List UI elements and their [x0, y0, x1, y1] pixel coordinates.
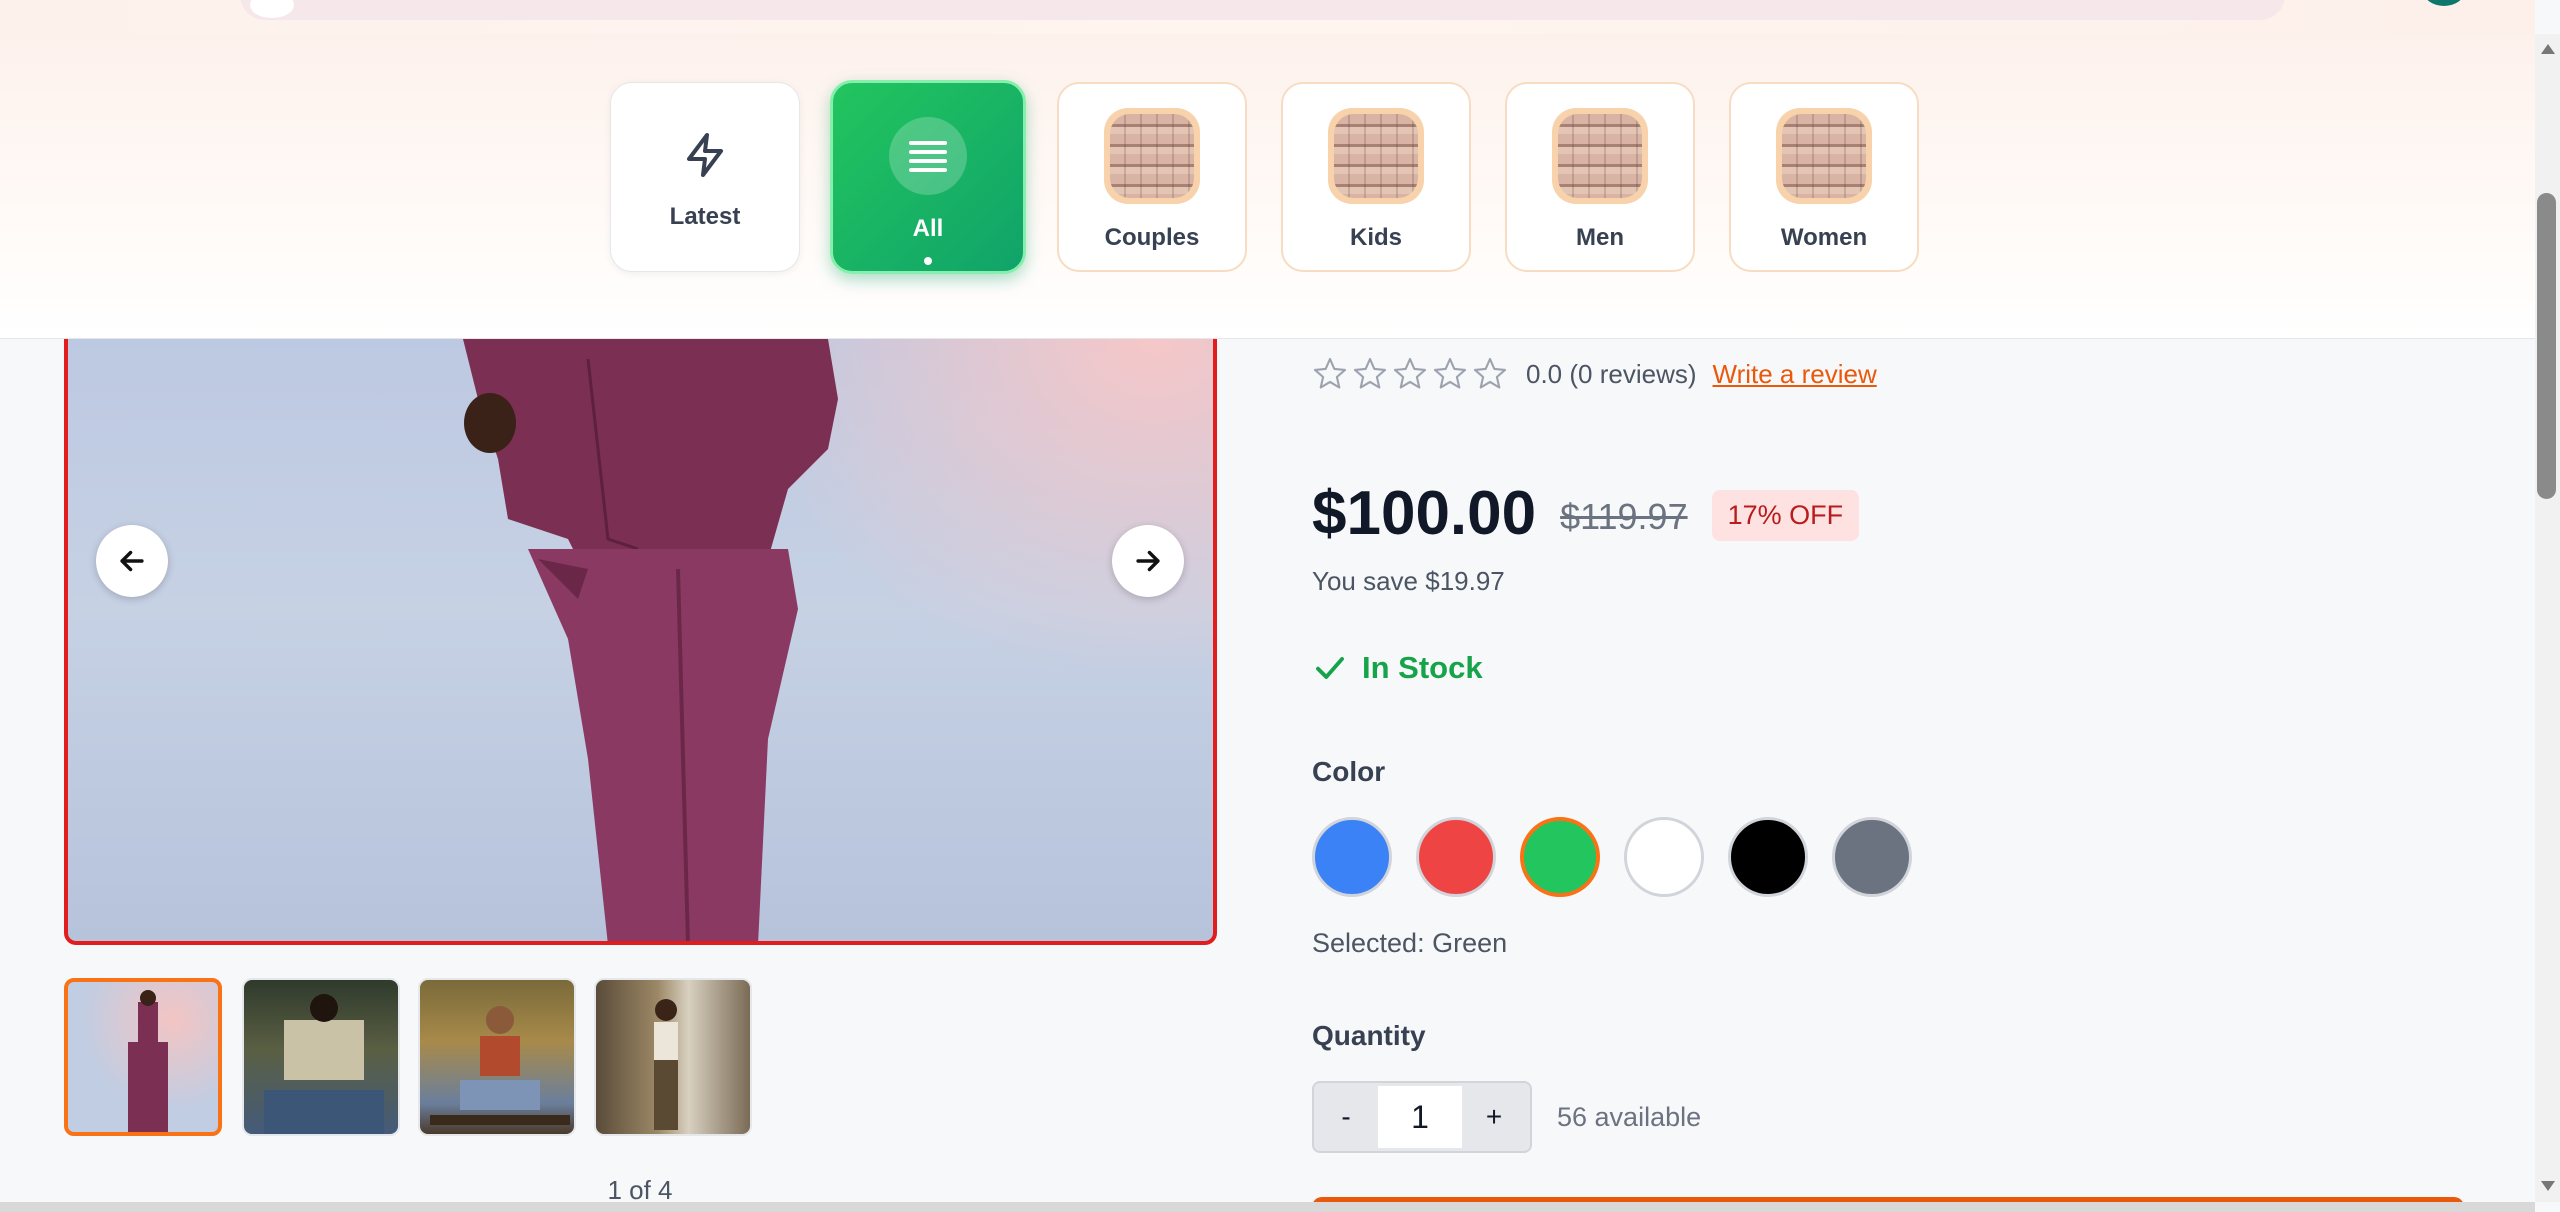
category-thumbnail [1104, 108, 1200, 204]
rating-summary: 0.0 (0 reviews) [1526, 358, 1697, 389]
gallery-next-button[interactable] [1112, 525, 1184, 597]
category-label: All [912, 215, 944, 242]
category-nav: Latest All Couples Kids Men Women [0, 34, 2535, 339]
star-icon [1393, 357, 1427, 389]
category-men[interactable]: Men [1505, 82, 1695, 272]
scroll-down-arrow-icon[interactable] [2541, 1181, 2555, 1191]
active-indicator [924, 257, 932, 265]
stock-label: In Stock [1362, 650, 1483, 685]
scroll-up-arrow-icon[interactable] [2541, 44, 2555, 54]
product-main-image[interactable] [64, 339, 1217, 945]
category-label: Latest [669, 203, 741, 230]
selected-color-text: Selected: Green [1312, 928, 1508, 958]
arrow-left-icon [120, 550, 144, 572]
horizontal-scrollbar[interactable] [0, 1202, 2535, 1212]
bolt-icon [687, 133, 723, 177]
star-rating [1312, 356, 1508, 392]
original-price: $119.97 [1560, 495, 1688, 537]
color-swatch-white[interactable] [1624, 817, 1704, 897]
header-bar [0, 0, 2535, 34]
quantity-stepper: - 1 + [1312, 1081, 1532, 1153]
available-count: 56 available [1557, 1102, 1702, 1132]
category-all[interactable]: All [830, 80, 1026, 274]
thumbnail-1[interactable] [64, 978, 222, 1136]
category-thumbnail [1776, 108, 1872, 204]
category-kids[interactable]: Kids [1281, 82, 1471, 272]
stock-status: In Stock [1312, 650, 1483, 686]
scrollbar-thumb[interactable] [2537, 193, 2556, 499]
color-swatch-green[interactable] [1520, 817, 1600, 897]
category-label: Kids [1349, 224, 1402, 251]
product-photo [463, 339, 838, 941]
category-couples[interactable]: Couples [1057, 82, 1247, 272]
price-row: $100.00 $119.97 17% OFF [1312, 478, 1860, 549]
category-label: Women [1780, 224, 1868, 251]
star-icon [1473, 357, 1507, 389]
current-price: $100.00 [1312, 479, 1537, 548]
color-label: Color [1312, 756, 1386, 787]
increase-quantity-button[interactable]: + [1462, 1101, 1526, 1133]
color-swatch-red[interactable] [1416, 817, 1496, 897]
category-label: Men [1576, 224, 1624, 251]
thumbnail-3[interactable] [418, 978, 576, 1136]
discount-badge: 17% OFF [1711, 490, 1860, 541]
gallery-prev-button[interactable] [96, 525, 168, 597]
list-icon [889, 117, 967, 195]
star-icon [1313, 357, 1347, 389]
category-label: Couples [1104, 224, 1200, 251]
quantity-label: Quantity [1312, 1020, 1426, 1051]
quantity-input[interactable]: 1 [1378, 1086, 1462, 1148]
thumbnail-2[interactable] [242, 978, 400, 1136]
color-swatch-blue[interactable] [1312, 817, 1392, 897]
decrease-quantity-button[interactable]: - [1314, 1101, 1378, 1133]
color-swatch-gray[interactable] [1832, 817, 1912, 897]
category-latest[interactable]: Latest [610, 82, 800, 272]
avatar[interactable] [2424, 0, 2464, 6]
savings-text: You save $19.97 [1312, 566, 1505, 596]
arrow-right-icon [1136, 550, 1160, 572]
color-swatch-black[interactable] [1728, 817, 1808, 897]
thumbnail-4[interactable] [594, 978, 752, 1136]
check-icon [1316, 657, 1344, 679]
category-women[interactable]: Women [1729, 82, 1919, 272]
category-thumbnail [1328, 108, 1424, 204]
write-review-link[interactable]: Write a review [1713, 359, 1877, 390]
rating-row: 0.0 (0 reviews) Write a review [1312, 352, 1877, 396]
category-thumbnail [1552, 108, 1648, 204]
star-icon [1353, 357, 1387, 389]
search-input[interactable] [240, 0, 2285, 20]
star-icon [1433, 357, 1467, 389]
